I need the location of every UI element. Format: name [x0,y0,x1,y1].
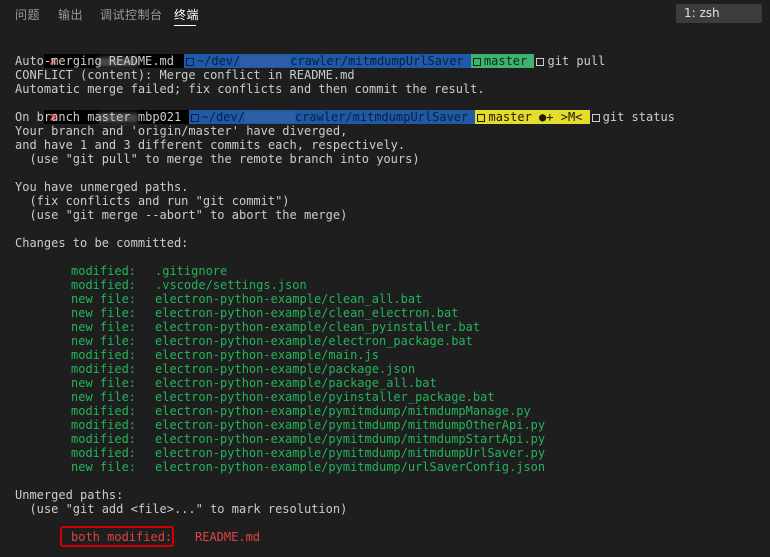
change-entry: modified: electron-python-example/pymitmd… [15,418,765,432]
section-title: Unmerged paths: [15,488,124,502]
change-kind: new file: [71,460,137,474]
staged-changes-list: modified: .gitignore modified: .vscode/sett… [15,264,765,474]
change-entry: modified: .gitignore [15,264,765,278]
prompt-line: ✘ mbp021 ~/dev/crawler/mitmdumpUrlSaver m… [15,96,765,124]
change-kind: new file: [71,292,137,306]
change-file: electron-python-example/pymitmdump/mitmd… [155,446,546,460]
change-kind: modified: [71,278,137,292]
change-kind: new file: [71,320,137,334]
change-entry: modified: electron-python-example/main.js [15,348,765,362]
change-entry: new file: electron-python-example/pyinsta… [15,390,765,404]
output-line: Your branch and 'origin/master' have div… [15,124,348,138]
change-file: electron-python-example/pymitmdump/mitmd… [155,418,546,432]
output-line: (use "git pull" to merge the remote bran… [15,152,420,166]
conflict-highlight-box [60,526,174,547]
tab-terminal[interactable]: 终端 [174,6,199,23]
output-line: Auto-merging README.md [15,54,174,68]
change-entry: new file: electron-python-example/electro… [15,334,765,348]
change-file: electron-python-example/electron_package… [155,334,473,348]
change-entry: new file: electron-python-example/pymitmd… [15,460,765,474]
change-entry: modified: electron-python-example/pymitmd… [15,446,765,460]
terminal-output[interactable]: ✘ ~/dev/crawler/mitmdumpUrlSaver master g… [15,40,765,544]
conflict-file: README.md [195,530,261,544]
tab-problems[interactable]: 问题 [15,6,40,23]
active-tab-indicator [174,25,196,26]
change-file: electron-python-example/clean_electron.b… [155,306,459,320]
change-file: electron-python-example/clean_all.bat [155,292,423,306]
change-entry: new file: electron-python-example/clean_e… [15,306,765,320]
output-line: On branch master [15,110,131,124]
change-kind: modified: [71,404,137,418]
section-title: Changes to be committed: [15,236,189,250]
change-kind: modified: [71,418,137,432]
change-entry: modified: electron-python-example/pymitmd… [15,432,765,446]
change-kind: modified: [71,446,137,460]
prompt-line: ✘ ~/dev/crawler/mitmdumpUrlSaver master g… [15,40,765,68]
change-file: electron-python-example/pymitmdump/mitmd… [155,404,531,418]
change-kind: modified: [71,264,137,278]
change-kind: new file: [71,376,137,390]
change-kind: new file: [71,390,137,404]
output-line: CONFLICT (content): Merge conflict in RE… [15,68,355,82]
change-kind: modified: [71,432,137,446]
change-file: electron-python-example/main.js [155,348,379,362]
terminal-selector[interactable]: 1: zsh [676,4,762,23]
change-kind: new file: [71,334,137,348]
output-line: (use "git add <file>..." to mark resolut… [15,502,348,516]
tab-output[interactable]: 输出 [58,6,83,23]
change-file: electron-python-example/package_all.bat [155,376,437,390]
change-file: electron-python-example/pymitmdump/mitmd… [155,432,546,446]
output-line: (use "git merge --abort" to abort the me… [15,208,348,222]
change-file: electron-python-example/pyinstaller_pack… [155,390,495,404]
change-file: .vscode/settings.json [155,278,307,292]
change-kind: modified: [71,362,137,376]
change-file: .gitignore [155,264,228,278]
change-kind: new file: [71,306,137,320]
change-entry: modified: electron-python-example/pymitmd… [15,404,765,418]
output-line: You have unmerged paths. [15,180,189,194]
change-entry: modified: .vscode/settings.json [15,278,765,292]
panel-header: 问题 输出 调试控制台 终端 1: zsh [0,0,770,28]
change-kind: modified: [71,348,137,362]
change-file: electron-python-example/package.json [155,362,416,376]
output-line: Automatic merge failed; fix conflicts an… [15,82,485,96]
change-file: electron-python-example/pymitmdump/urlSa… [155,460,546,474]
output-line: and have 1 and 3 different commits each,… [15,138,406,152]
change-entry: modified: electron-python-example/package… [15,362,765,376]
output-line: (fix conflicts and run "git commit") [15,194,290,208]
change-file: electron-python-example/clean_pyinstalle… [155,320,481,334]
change-entry: new file: electron-python-example/clean_p… [15,320,765,334]
change-entry: new file: electron-python-example/package… [15,376,765,390]
change-entry: new file: electron-python-example/clean_a… [15,292,765,306]
tab-debug-console[interactable]: 调试控制台 [100,6,163,23]
